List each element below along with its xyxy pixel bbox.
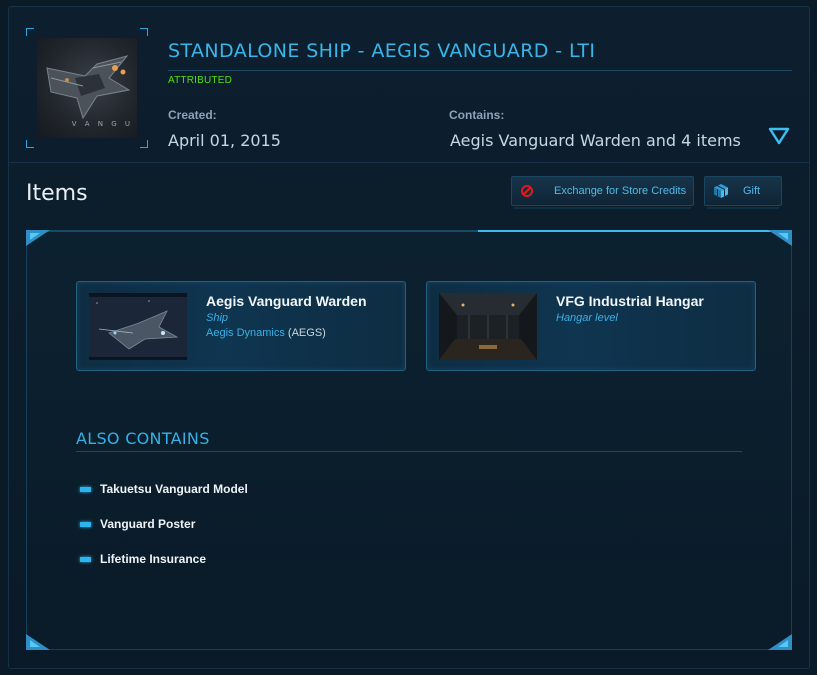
bullet-icon <box>80 521 91 527</box>
hangar-image <box>439 293 537 360</box>
pledge-thumbnail: V A N G U <box>37 38 137 138</box>
thumbnail-corner <box>140 140 148 148</box>
gift-button[interactable]: Gift <box>704 176 782 209</box>
ship-image <box>89 293 187 360</box>
also-contains-heading: ALSO CONTAINS <box>76 429 210 448</box>
contains-label: Contains: <box>449 108 505 122</box>
item-card-ship[interactable]: Aegis Vanguard Warden Ship Aegis Dynamic… <box>76 281 406 371</box>
list-item: Lifetime Insurance <box>80 551 206 567</box>
item-manufacturer: Aegis Dynamics (AEGS) <box>206 327 326 339</box>
list-item-label: Vanguard Poster <box>100 517 196 531</box>
title-divider <box>168 70 792 71</box>
bullet-icon <box>80 486 91 492</box>
panel-corner-bottom-right <box>768 634 792 650</box>
prohibited-icon <box>521 185 533 197</box>
item-name: VFG Industrial Hangar <box>556 293 704 309</box>
bullet-icon <box>80 556 91 562</box>
status-badge: ATTRIBUTED <box>168 75 233 86</box>
item-type: Ship <box>206 312 229 324</box>
manufacturer-code: (AEGS) <box>287 327 326 339</box>
also-contains-divider <box>76 451 742 452</box>
panel-top-border <box>26 230 792 232</box>
gift-button-label: Gift <box>743 185 761 197</box>
thumbnail-caption: V A N G U <box>71 120 133 128</box>
header-divider <box>8 162 810 163</box>
list-item: Takuetsu Vanguard Model <box>80 481 248 497</box>
panel-corner-top-right <box>768 230 792 246</box>
item-type: Hangar level <box>556 312 618 324</box>
created-label: Created: <box>168 108 217 122</box>
item-card-hangar[interactable]: VFG Industrial Hangar Hangar level <box>426 281 756 371</box>
ship-thumbnail <box>89 293 187 360</box>
panel-corner-top-left <box>26 230 50 246</box>
exchange-button-label: Exchange for Store Credits <box>554 185 687 197</box>
thumbnail-corner <box>140 28 148 36</box>
expand-triangle-icon <box>768 127 790 145</box>
manufacturer-name: Aegis Dynamics <box>206 327 285 339</box>
gift-cube-icon <box>714 184 728 198</box>
pledge-title: STANDALONE SHIP - AEGIS VANGUARD - LTI <box>168 40 596 62</box>
created-value: April 01, 2015 <box>168 131 281 150</box>
items-heading: Items <box>26 181 88 206</box>
list-item-label: Takuetsu Vanguard Model <box>100 482 248 496</box>
list-item-label: Lifetime Insurance <box>100 552 207 566</box>
contains-value: Aegis Vanguard Warden and 4 items <box>450 131 741 150</box>
thumbnail-corner <box>26 140 34 148</box>
thumbnail-corner <box>26 28 34 36</box>
list-item: Vanguard Poster <box>80 516 195 532</box>
panel-corner-bottom-left <box>26 634 50 650</box>
hangar-thumbnail <box>439 293 537 360</box>
item-name: Aegis Vanguard Warden <box>206 293 367 309</box>
expand-toggle-button[interactable] <box>768 126 790 146</box>
exchange-store-credits-button[interactable]: Exchange for Store Credits <box>511 176 694 209</box>
pledge-thumbnail-frame: V A N G U <box>26 28 148 148</box>
